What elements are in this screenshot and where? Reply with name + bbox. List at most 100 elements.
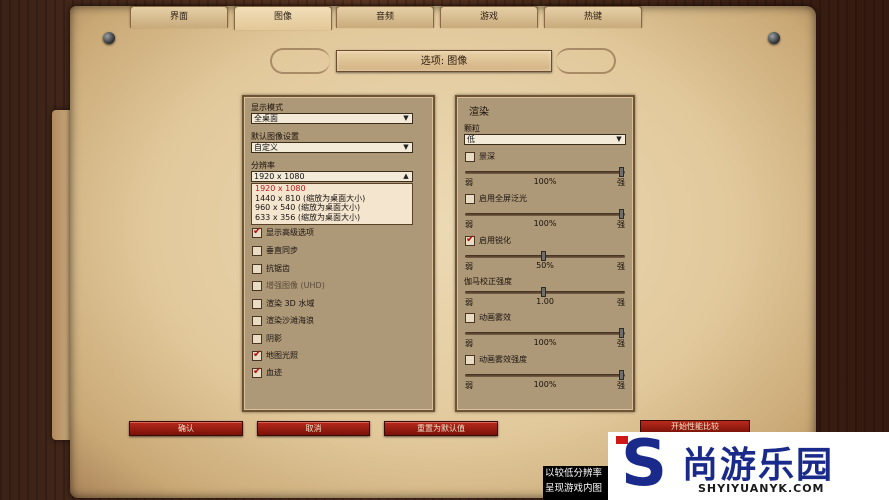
slider-thumb[interactable] [541,251,546,261]
gamma-label: 伽马校正强度 [464,277,512,286]
resolution-select[interactable]: 1920 x 1080 ▲ [251,171,413,182]
slider-value: 100% [533,219,557,228]
cancel-button[interactable]: 取消 [257,421,370,436]
ornament-scroll-icon [556,48,616,74]
render-beach-waves-checkbox[interactable]: 渲染沙滩海浪 [252,315,314,327]
slider-min-label: 弱 [465,178,473,187]
slider-value: 100% [533,177,557,186]
render-option-checkbox[interactable]: 景深 [465,151,495,163]
render-slider[interactable]: 1.00 弱 强 [465,287,625,309]
chevron-down-icon: ▼ [616,135,622,143]
checkbox-icon [252,315,262,326]
resolution-dropdown: 1920 x 1080 1440 x 810 (缩放为桌面大小) 960 x 5… [251,183,413,225]
slider-track[interactable] [465,332,625,335]
slider-thumb[interactable] [619,167,624,177]
slider-max-label: 强 [617,220,625,229]
checkbox-icon [465,312,475,323]
display-mode-label: 显示模式 [251,103,283,112]
render-option-checkbox[interactable]: 动画雾效强度 [465,354,527,366]
slider-value: 100% [533,338,557,347]
slider-min-label: 弱 [465,262,473,271]
slider-track[interactable] [465,171,625,174]
caption-overlay: 以较低分辨率 呈现游戏内图 [543,466,609,500]
resolution-option[interactable]: 1920 x 1080 [252,184,412,194]
ornament-scroll-icon [270,48,330,74]
slider-thumb[interactable] [619,328,624,338]
shadows-checkbox[interactable]: 阴影 [252,333,282,345]
render-option-checkbox[interactable]: 启用锐化 [465,234,511,247]
slider-thumb[interactable] [541,287,546,297]
map-lighting-checkbox[interactable]: 地图光照 [252,349,298,362]
slider-track[interactable] [465,374,625,377]
render-slider[interactable]: 50% 弱 强 [465,251,625,273]
default-image-label: 默认图像设置 [251,132,299,141]
render-option-checkbox[interactable]: 启用全屏泛光 [465,193,527,205]
slider-thumb[interactable] [619,370,624,380]
checkbox-icon [465,354,475,365]
checkbox-icon [465,151,475,162]
options-tabs: 界面 图像 音频 游戏 热键 [130,6,770,30]
render-slider[interactable]: 100% 弱 强 [465,209,625,231]
brand-logo-icon: S [620,427,668,500]
page-title: 选项: 图像 [336,50,552,72]
slider-value: 100% [533,380,557,389]
reset-defaults-button[interactable]: 重置为默认值 [384,421,498,436]
tab-game[interactable]: 游戏 [440,6,538,28]
checkbox-icon [252,245,262,256]
slider-value: 50% [536,261,554,270]
particles-label: 颗粒 [464,124,480,133]
render-section-title: 渲染 [469,107,489,118]
checkbox-icon [252,263,262,274]
checkbox-icon [465,234,475,246]
particles-value: 低 [467,135,475,144]
default-image-select[interactable]: 自定义 ▼ [251,142,413,153]
caption-line: 以较低分辨率 [545,468,603,479]
checkbox-icon [252,366,262,378]
chevron-up-icon: ▲ [403,172,409,180]
antialiasing-checkbox[interactable]: 抗锯齿 [252,263,290,275]
vsync-checkbox[interactable]: 垂直同步 [252,245,298,257]
checkbox-icon [252,226,262,238]
slider-value: 1.00 [536,297,554,306]
blood-checkbox[interactable]: 血迹 [252,366,282,379]
tab-graphics[interactable]: 图像 [234,6,332,30]
slider-max-label: 强 [617,178,625,187]
display-mode-select[interactable]: 全桌面 ▼ [251,113,413,124]
checkbox-icon [252,298,262,309]
show-advanced-checkbox[interactable]: 显示高级选项 [252,226,314,239]
tab-audio[interactable]: 音频 [336,6,434,28]
slider-max-label: 强 [617,298,625,307]
slider-min-label: 弱 [465,339,473,348]
render-3d-water-checkbox[interactable]: 渲染 3D 水域 [252,298,314,310]
enhanced-graphics-checkbox[interactable]: 增强图像 (UHD) [252,280,325,292]
default-image-value: 自定义 [254,143,278,152]
pin-icon [103,32,115,44]
watermark-banner: S 尚游乐园 SHYIYUANYK.COM [608,432,889,500]
slider-max-label: 强 [617,262,625,271]
confirm-button[interactable]: 确认 [129,421,243,436]
chevron-down-icon: ▼ [403,143,409,151]
render-slider[interactable]: 100% 弱 强 [465,328,625,350]
slider-min-label: 弱 [465,381,473,390]
slider-max-label: 强 [617,381,625,390]
tab-interface[interactable]: 界面 [130,6,228,28]
resolution-option[interactable]: 960 x 540 (缩放为桌面大小) [252,203,412,213]
slider-thumb[interactable] [619,209,624,219]
render-slider[interactable]: 100% 弱 强 [465,370,625,392]
render-settings-panel: 渲染 颗粒 低 ▼ 景深100%弱强启用全屏泛光100%弱强启用锐化50%弱强伽… [455,95,635,412]
checkbox-icon [252,349,262,361]
title-banner: 选项: 图像 [270,42,616,82]
render-option-checkbox[interactable]: 动画雾效 [465,312,511,324]
resolution-label: 分辨率 [251,161,275,170]
slider-track[interactable] [465,213,625,216]
tab-hotkeys[interactable]: 热键 [544,6,642,28]
display-mode-value: 全桌面 [254,114,278,123]
caption-line: 呈现游戏内图 [545,483,603,494]
particles-select[interactable]: 低 ▼ [464,134,626,145]
resolution-option[interactable]: 1440 x 810 (缩放为桌面大小) [252,194,412,204]
resolution-option[interactable]: 633 x 356 (缩放为桌面大小) [252,213,412,223]
brand-name-cn: 尚游乐园 [682,445,835,486]
render-slider[interactable]: 100% 弱 强 [465,167,625,189]
brand-name-en: SHYIYUANYK.COM [698,482,825,495]
resolution-value: 1920 x 1080 [254,172,305,181]
